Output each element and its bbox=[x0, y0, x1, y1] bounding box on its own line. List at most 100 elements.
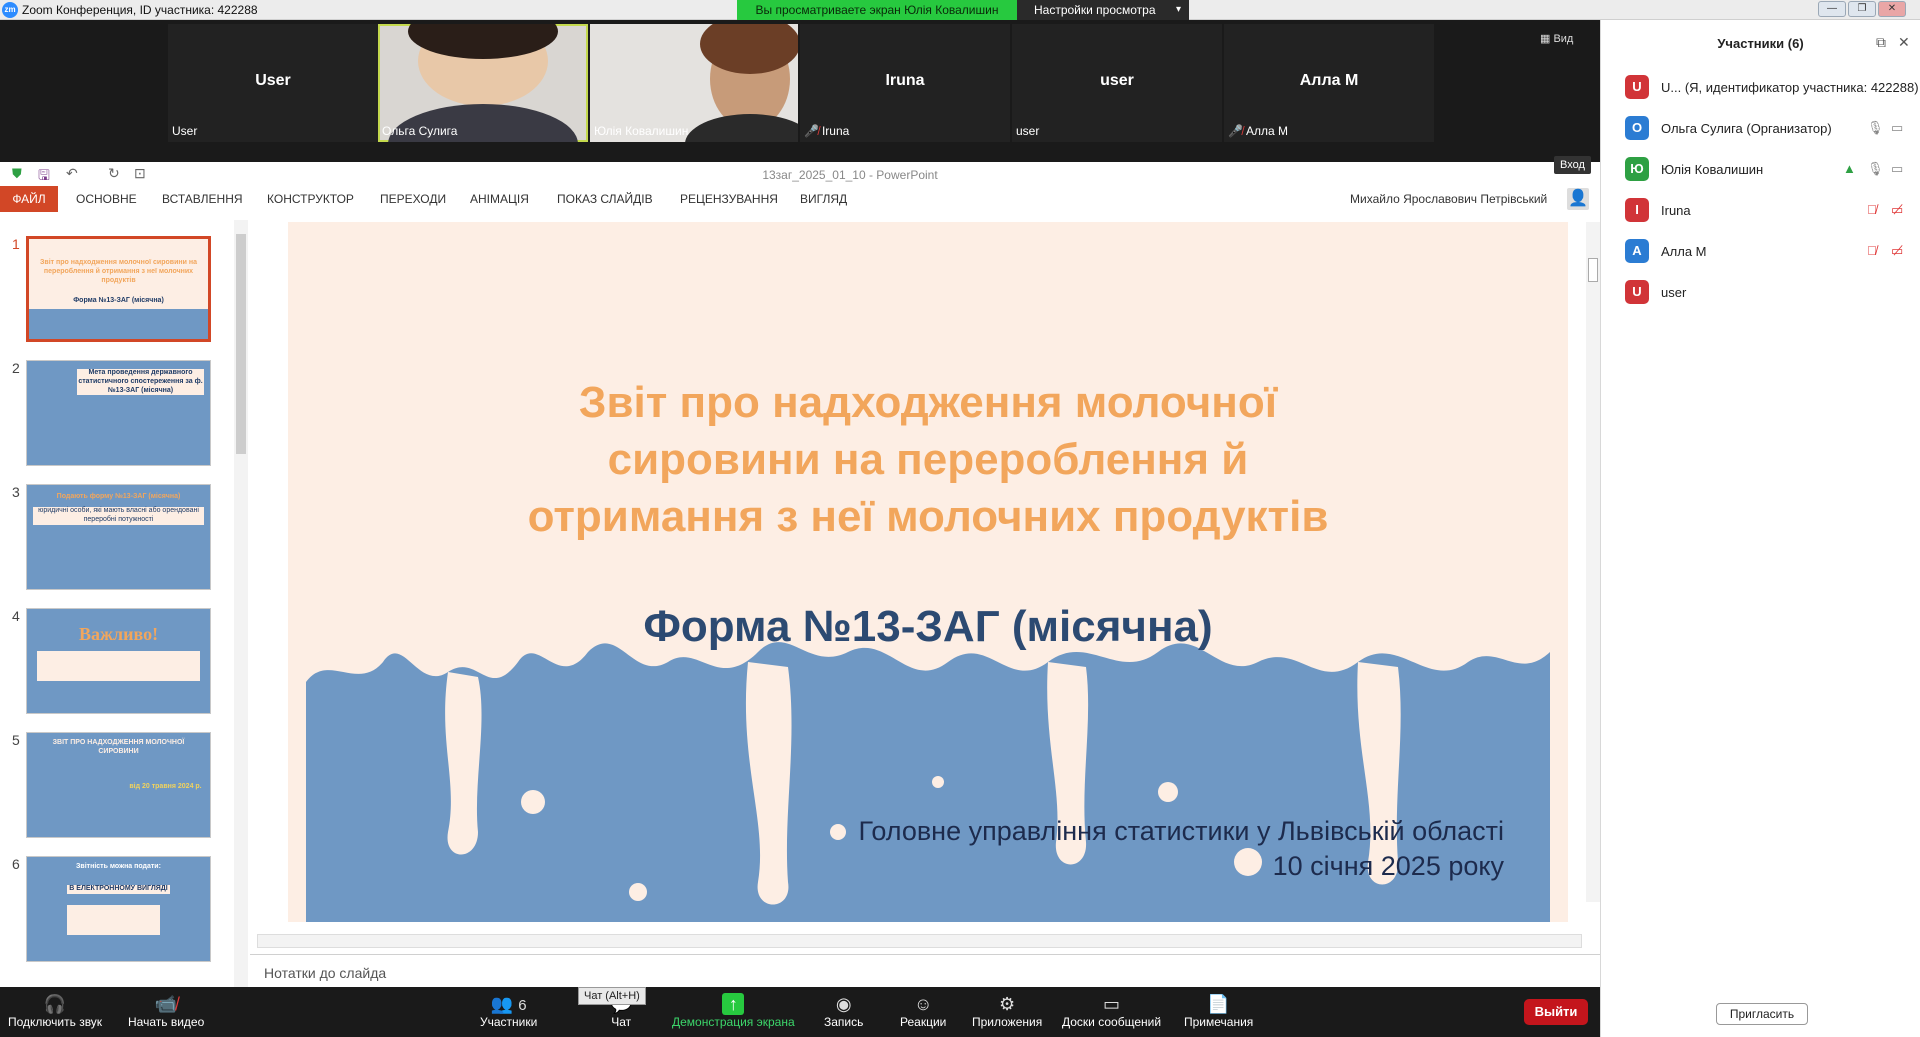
thumbnails-scrollbar[interactable] bbox=[234, 220, 248, 990]
avatar: Ю bbox=[1625, 157, 1649, 181]
record-button[interactable]: ◉ Запись bbox=[824, 993, 863, 1029]
slide-thumbnail-6[interactable]: Звітність можна подати: В ЕЛЕКТРОННОМУ В… bbox=[26, 856, 211, 962]
participant-row[interactable]: Ю Юлія Ковалишин ▲ 🎙 ▭ bbox=[1625, 156, 1915, 184]
zoom-logo-icon: zm bbox=[2, 2, 18, 18]
notes-button[interactable]: 📄 Примечания bbox=[1184, 993, 1253, 1029]
mic-icon[interactable]: 🎙 bbox=[1867, 120, 1884, 136]
slide-thumbnail-4[interactable]: Важливо! bbox=[26, 608, 211, 714]
apps-button[interactable]: ⚙ Приложения bbox=[972, 993, 1042, 1029]
tile-name: Алла М bbox=[1299, 72, 1359, 89]
maximize-button[interactable]: ❐ bbox=[1848, 1, 1876, 17]
video-tile-alla[interactable]: Алла М 🎤̸ Алла М bbox=[1224, 24, 1434, 142]
mic-icon[interactable]: 🎙 bbox=[1867, 161, 1884, 177]
thumb-sub: юридичні особи, які мають власні або оре… bbox=[33, 507, 204, 525]
tab-insert[interactable]: ВСТАВЛЕННЯ bbox=[162, 192, 243, 206]
chevron-down-icon: ▾ bbox=[1175, 4, 1181, 15]
tile-name: Iruna bbox=[885, 72, 925, 89]
participant-row[interactable]: U user bbox=[1625, 279, 1915, 307]
thumb-number: 6 bbox=[12, 856, 20, 872]
notes-placeholder[interactable]: Нотатки до слайда bbox=[264, 965, 386, 981]
tab-animations[interactable]: АНІМАЦІЯ bbox=[470, 192, 529, 206]
slide-thumbnail-1[interactable]: Звіт про надходження молочної сировини н… bbox=[26, 236, 211, 342]
tab-design[interactable]: КОНСТРУКТОР bbox=[267, 192, 354, 206]
slideshow-start-icon[interactable]: ⊡ bbox=[134, 165, 146, 182]
slide-horizontal-scrollbar[interactable] bbox=[257, 934, 1582, 948]
participants-button[interactable]: 👥 6 Участники bbox=[480, 993, 537, 1029]
tile-label: Алла М bbox=[1245, 124, 1288, 138]
slide-thumbnail-3[interactable]: Подають форму №13-ЗАГ (місячна) юридичні… bbox=[26, 484, 211, 590]
participant-row[interactable]: I Iruna 🎙̸ ▭̸ bbox=[1625, 197, 1915, 225]
tab-review[interactable]: РЕЦЕНЗУВАННЯ bbox=[680, 192, 778, 206]
notes-icon: 📄 bbox=[1207, 994, 1230, 1014]
camera-off-icon[interactable]: ▭̸ bbox=[1891, 202, 1903, 218]
redo-icon[interactable]: ↻ bbox=[108, 165, 120, 182]
current-slide[interactable]: Звіт про надходження молочної сировини н… bbox=[288, 222, 1568, 922]
tab-slideshow[interactable]: ПОКАЗ СЛАЙДІВ bbox=[557, 192, 653, 206]
notes-pane[interactable] bbox=[250, 954, 1600, 987]
video-tile-yulia[interactable]: Юлія Ковалишин bbox=[590, 24, 798, 142]
join-audio-button[interactable]: 🎧 Подключить звук bbox=[8, 993, 102, 1029]
participants-icon: 👥 6 bbox=[490, 994, 527, 1014]
window-title: Zoom Конференция, ID участника: 422288 bbox=[22, 3, 258, 17]
grid-icon: ▦ bbox=[1540, 33, 1554, 45]
whiteboards-button[interactable]: ▭ Доски сообщений bbox=[1062, 993, 1161, 1029]
invite-button[interactable]: Пригласить bbox=[1716, 1003, 1808, 1025]
participants-panel: Участники (6) ⧉ ✕ U U... (Я, идентификат… bbox=[1600, 20, 1920, 1037]
slide-title[interactable]: Звіт про надходження молочної сировини н… bbox=[378, 374, 1478, 546]
participants-count: 6 bbox=[518, 997, 527, 1014]
popout-icon[interactable]: ⧉ bbox=[1876, 34, 1886, 51]
undo-icon[interactable]: ↶ bbox=[66, 165, 78, 182]
avatar: А bbox=[1625, 239, 1649, 263]
account-name[interactable]: Михайло Ярославович Петрівський bbox=[1350, 192, 1547, 206]
whiteboards-label: Доски сообщений bbox=[1062, 1015, 1162, 1029]
mic-muted-icon[interactable]: 🎙̸ bbox=[1867, 202, 1877, 217]
record-icon: ◉ bbox=[835, 994, 852, 1014]
thumb-sub: В ЕЛЕКТРОННОМУ ВИГЛЯДІ bbox=[67, 885, 170, 894]
thumb-number: 4 bbox=[12, 608, 20, 624]
participant-row[interactable]: А Алла М 🎙̸ ▭̸ bbox=[1625, 238, 1915, 266]
apps-icon: ⚙ bbox=[999, 994, 1016, 1014]
minimize-button[interactable]: — bbox=[1818, 1, 1846, 17]
camera-icon[interactable]: ▭ bbox=[1891, 161, 1903, 177]
reactions-button[interactable]: ☺ Реакции bbox=[900, 993, 946, 1029]
notes-label: Примечания bbox=[1184, 1015, 1254, 1029]
slide-title-line: сировини на перероблення й bbox=[607, 435, 1249, 485]
video-tile-iruna[interactable]: Iruna 🎤̸ Iruna bbox=[800, 24, 1010, 142]
close-window-button[interactable]: ✕ bbox=[1878, 1, 1906, 17]
video-tile-olga[interactable]: Ольга Сулига bbox=[378, 24, 588, 142]
participant-row[interactable]: О Ольга Сулига (Организатор) 🎙 ▭ bbox=[1625, 115, 1915, 143]
video-tile-user[interactable]: User User bbox=[168, 24, 378, 142]
tab-transitions[interactable]: ПЕРЕХОДИ bbox=[380, 192, 446, 206]
slide-vertical-scrollbar[interactable] bbox=[1586, 222, 1600, 902]
chat-tooltip: Чат (Alt+H) bbox=[578, 987, 646, 1005]
tab-home[interactable]: ОСНОВНЕ bbox=[76, 192, 137, 206]
view-settings-dropdown[interactable]: Настройки просмотра ▾ bbox=[1017, 0, 1189, 20]
camera-off-icon[interactable]: ▭̸ bbox=[1891, 243, 1903, 259]
thumb-text: Звіт про надходження молочної сировини н… bbox=[40, 259, 197, 284]
slide-form-name[interactable]: Форма №13-ЗАГ (місячна) bbox=[288, 602, 1568, 652]
start-video-button[interactable]: 📹̸ Начать видео bbox=[128, 993, 204, 1029]
thumb-milk-splash bbox=[29, 309, 208, 339]
slide-thumbnail-5[interactable]: ЗВІТ ПРО НАДХОДЖЕННЯ МОЛОЧНОЇ СИРОВИНИ в… bbox=[26, 732, 211, 838]
slide-thumbnail-2[interactable]: Мета проведення державного статистичного… bbox=[26, 360, 211, 466]
scroll-thumb[interactable] bbox=[236, 234, 246, 454]
user-avatar-icon[interactable]: 👤 bbox=[1567, 188, 1589, 210]
close-icon[interactable]: ✕ bbox=[1898, 34, 1910, 51]
participant-name: Iruna bbox=[1661, 203, 1691, 218]
thumb-text: Мета проведення державного статистичного… bbox=[77, 369, 204, 396]
login-tooltip: Вход bbox=[1554, 156, 1591, 174]
thumb-number: 1 bbox=[12, 236, 20, 252]
tab-view[interactable]: ВИГЛЯД bbox=[800, 192, 847, 206]
camera-icon[interactable]: ▭ bbox=[1891, 120, 1903, 136]
scroll-thumb[interactable] bbox=[1588, 258, 1598, 282]
screen-share-banner: Вы просматриваете экран Юлія Ковалишин bbox=[737, 0, 1017, 20]
leave-meeting-button[interactable]: Выйти bbox=[1524, 999, 1588, 1025]
tile-label: Iruna bbox=[821, 124, 850, 138]
video-tile-user2[interactable]: user user bbox=[1012, 24, 1222, 142]
participant-row[interactable]: U U... (Я, идентификатор участника: 4222… bbox=[1625, 74, 1919, 102]
mic-muted-icon[interactable]: 🎙̸ bbox=[1867, 243, 1877, 258]
tab-file[interactable]: ФАЙЛ bbox=[0, 186, 58, 212]
view-layout-button[interactable]: ▦ Вид bbox=[1540, 32, 1573, 45]
slide-organization[interactable]: Головне управління статистики у Львівськ… bbox=[859, 814, 1504, 884]
share-screen-button[interactable]: ↑ Демонстрация экрана bbox=[672, 993, 795, 1029]
